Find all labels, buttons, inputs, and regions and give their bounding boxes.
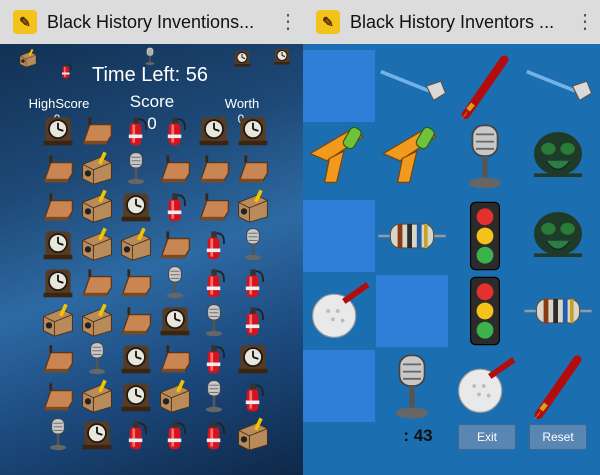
app-title: Black History Inventions... xyxy=(47,11,255,32)
app-title: Black History Inventors ... xyxy=(350,11,555,32)
gasmask-icon[interactable] xyxy=(522,120,594,192)
left-game-screen: ✎ Black History Inventions... ⋮ Time Lef… xyxy=(0,0,303,475)
gasmask-icon[interactable] xyxy=(522,200,594,272)
watergun-icon[interactable] xyxy=(376,120,448,192)
clock-icon[interactable] xyxy=(118,188,154,224)
extinguisher-icon[interactable] xyxy=(157,112,193,148)
sharpener-icon[interactable] xyxy=(118,226,154,262)
microphone-icon[interactable] xyxy=(79,340,115,376)
microphone-icon[interactable] xyxy=(118,150,154,186)
watergun-icon[interactable] xyxy=(303,120,375,192)
clock-icon[interactable] xyxy=(157,302,193,338)
microphone-icon[interactable] xyxy=(40,416,76,452)
clock-icon[interactable] xyxy=(40,112,76,148)
microphone-icon[interactable] xyxy=(449,120,521,192)
clock-icon[interactable] xyxy=(79,416,115,452)
microphone-icon[interactable] xyxy=(157,264,193,300)
wand-icon[interactable] xyxy=(522,50,594,122)
dustpan-icon[interactable] xyxy=(196,150,232,186)
clock-icon[interactable] xyxy=(272,46,292,66)
extinguisher-icon[interactable] xyxy=(157,188,193,224)
microphone-icon[interactable] xyxy=(140,46,160,66)
dustpan-icon[interactable] xyxy=(79,112,115,148)
dustpan-icon[interactable] xyxy=(157,150,193,186)
app-bar: ✎ Black History Inventions... ⋮ xyxy=(0,0,303,44)
clock-icon[interactable] xyxy=(40,264,76,300)
memory-card-facedown[interactable] xyxy=(376,275,448,347)
app-bar: ✎ Black History Inventors ... ⋮ xyxy=(303,0,600,44)
clock-icon[interactable] xyxy=(118,378,154,414)
trafficlight-icon[interactable] xyxy=(449,200,521,272)
extinguisher-icon[interactable] xyxy=(196,226,232,262)
time-left-label: Time Left: 56 xyxy=(92,64,208,86)
extinguisher-icon[interactable] xyxy=(118,112,154,148)
clock-icon[interactable] xyxy=(40,226,76,262)
dustpan-icon[interactable] xyxy=(196,188,232,224)
overflow-menu-icon[interactable]: ⋮ xyxy=(570,12,600,32)
timer-readout: : 43 xyxy=(403,426,433,445)
dustpan-icon[interactable] xyxy=(235,150,271,186)
extinguisher-icon[interactable] xyxy=(157,416,193,452)
highscore-label: HighScore xyxy=(28,96,90,111)
dustpan-icon[interactable] xyxy=(157,226,193,262)
dustpan-icon[interactable] xyxy=(40,340,76,376)
dustpan-icon[interactable] xyxy=(118,264,154,300)
sharpener-icon[interactable] xyxy=(18,48,38,68)
microphone-icon[interactable] xyxy=(196,378,232,414)
exit-button[interactable]: Exit xyxy=(458,424,516,450)
sharpener-icon[interactable] xyxy=(79,188,115,224)
reset-button[interactable]: Reset xyxy=(529,424,587,450)
golfball-icon[interactable] xyxy=(449,350,521,422)
resistor-icon[interactable] xyxy=(376,200,448,272)
microphone-icon[interactable] xyxy=(376,350,448,422)
extinguisher-icon[interactable] xyxy=(235,378,271,414)
resistor-icon[interactable] xyxy=(522,275,594,347)
extinguisher-icon[interactable] xyxy=(118,416,154,452)
clock-icon[interactable] xyxy=(235,112,271,148)
sharpener-icon[interactable] xyxy=(79,226,115,262)
worth-label: Worth xyxy=(224,96,260,111)
golfball-icon[interactable] xyxy=(303,275,375,347)
wand-icon[interactable] xyxy=(376,50,448,122)
clock-icon[interactable] xyxy=(232,48,252,68)
clock-icon[interactable] xyxy=(235,340,271,376)
microphone-icon[interactable] xyxy=(235,226,271,262)
overflow-menu-icon[interactable]: ⋮ xyxy=(273,12,303,32)
sharpener-icon[interactable] xyxy=(235,416,271,452)
extinguisher-icon[interactable] xyxy=(196,416,232,452)
sharpener-icon[interactable] xyxy=(235,188,271,224)
extinguisher-icon[interactable] xyxy=(235,264,271,300)
sharpener-icon[interactable] xyxy=(157,378,193,414)
extinguisher-icon[interactable] xyxy=(235,302,271,338)
app-icon: ✎ xyxy=(316,10,340,34)
dustpan-icon[interactable] xyxy=(40,150,76,186)
microphone-icon[interactable] xyxy=(196,302,232,338)
memory-card-facedown[interactable] xyxy=(303,50,375,122)
memory-card-facedown[interactable] xyxy=(303,350,375,422)
app-icon: ✎ xyxy=(13,10,37,34)
memory-card-facedown[interactable] xyxy=(303,200,375,272)
right-game-screen: ✎ Black History Inventors ... ⋮ : 43 Exi… xyxy=(303,0,600,475)
extinguisher-icon[interactable] xyxy=(196,340,232,376)
clock-icon[interactable] xyxy=(196,112,232,148)
sharpener-icon[interactable] xyxy=(79,378,115,414)
pen-icon[interactable] xyxy=(522,350,594,422)
trafficlight-icon[interactable] xyxy=(449,275,521,347)
dustpan-icon[interactable] xyxy=(157,340,193,376)
dustpan-icon[interactable] xyxy=(40,188,76,224)
dustpan-icon[interactable] xyxy=(79,264,115,300)
pen-icon[interactable] xyxy=(449,50,521,122)
clock-icon[interactable] xyxy=(118,340,154,376)
sharpener-icon[interactable] xyxy=(40,302,76,338)
sharpener-icon[interactable] xyxy=(79,150,115,186)
score-label: Score xyxy=(129,92,175,111)
dustpan-icon[interactable] xyxy=(40,378,76,414)
extinguisher-icon[interactable] xyxy=(196,264,232,300)
sharpener-icon[interactable] xyxy=(79,302,115,338)
dustpan-icon[interactable] xyxy=(118,302,154,338)
